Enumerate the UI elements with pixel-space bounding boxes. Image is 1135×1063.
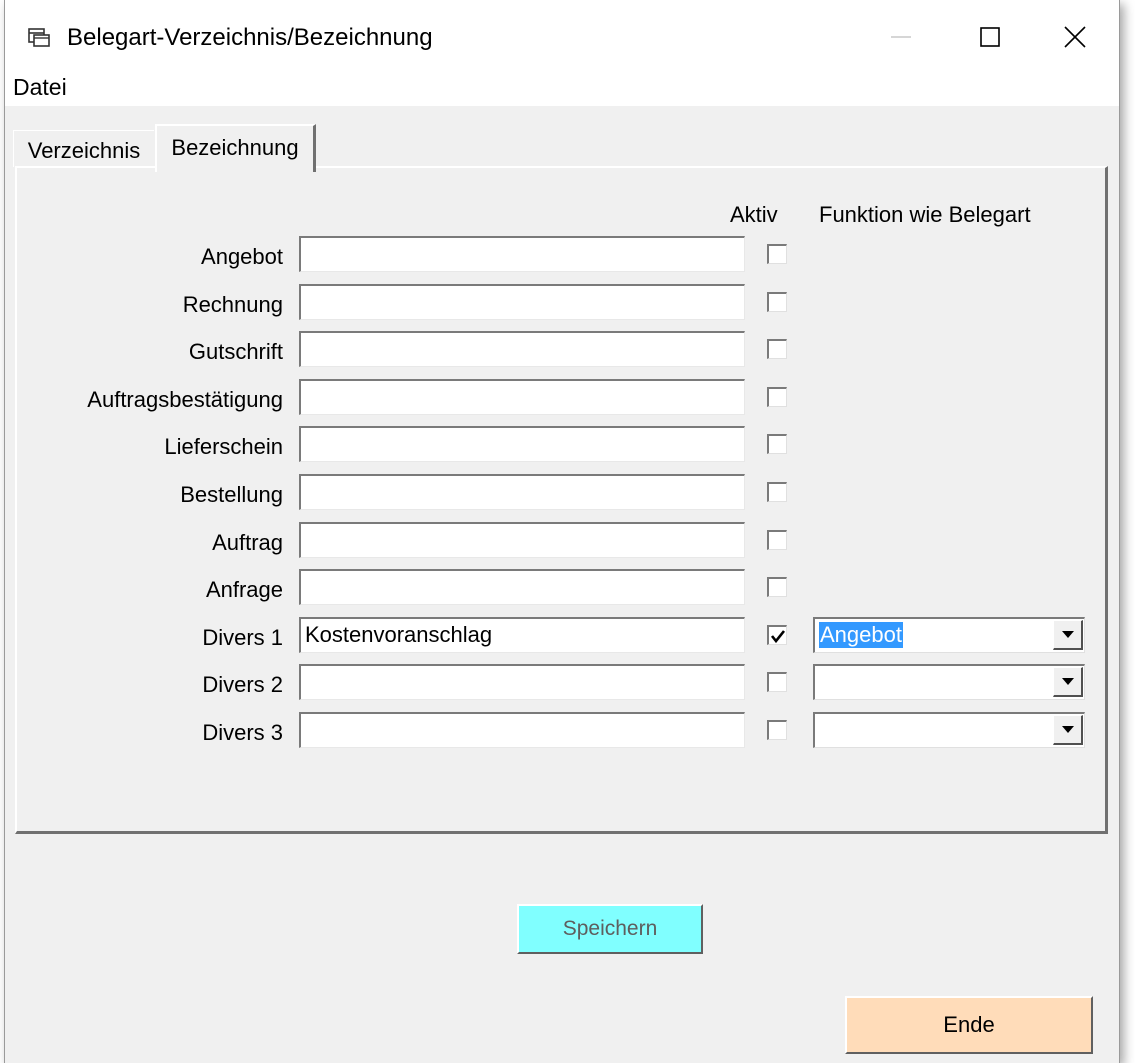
label-angebot: Angebot bbox=[201, 244, 283, 269]
column-header-aktiv: Aktiv bbox=[730, 202, 778, 227]
dropdown-button[interactable] bbox=[1053, 620, 1083, 650]
chevron-down-icon bbox=[1061, 677, 1074, 685]
aktiv-checkbox-divers-2[interactable] bbox=[767, 672, 787, 692]
column-header-funktion: Funktion wie Belegart bbox=[819, 202, 1031, 227]
window-title: Belegart-Verzeichnis/Bezeichnung bbox=[67, 24, 433, 51]
dropdown-button[interactable] bbox=[1053, 667, 1083, 697]
label-rechnung: Rechnung bbox=[182, 292, 283, 317]
tab-verzeichnis[interactable]: Verzeichnis bbox=[13, 130, 154, 167]
title-bar: Belegart-Verzeichnis/Bezeichnung bbox=[5, 0, 1119, 66]
chevron-down-icon bbox=[1061, 725, 1074, 733]
dropdown-button[interactable] bbox=[1053, 715, 1083, 745]
aktiv-checkbox-rechnung[interactable] bbox=[767, 292, 787, 312]
label-divers-3: Divers 3 bbox=[202, 720, 283, 745]
aktiv-checkbox-angebot[interactable] bbox=[767, 244, 787, 264]
bezeichnung-input-auftragsbest-tigung[interactable] bbox=[299, 379, 745, 415]
bezeichnung-input-rechnung[interactable] bbox=[299, 284, 745, 320]
aktiv-checkbox-auftragsbest-tigung[interactable] bbox=[767, 387, 787, 407]
funktion-select-divers-3[interactable] bbox=[813, 712, 1085, 748]
aktiv-checkbox-bestellung[interactable] bbox=[767, 482, 787, 502]
bezeichnung-input-lieferschein[interactable] bbox=[299, 426, 745, 462]
app-window: Belegart-Verzeichnis/Bezeichnung Datei V… bbox=[4, 0, 1120, 1063]
aktiv-checkbox-gutschrift[interactable] bbox=[767, 339, 787, 359]
maximize-icon bbox=[980, 27, 1000, 47]
close-button[interactable] bbox=[1045, 14, 1105, 60]
label-anfrage: Anfrage bbox=[205, 577, 283, 602]
aktiv-checkbox-divers-3[interactable] bbox=[767, 720, 787, 740]
funktion-select-divers-2[interactable] bbox=[813, 664, 1085, 700]
bezeichnung-input-angebot[interactable] bbox=[299, 236, 745, 272]
label-bestellung: Bestellung bbox=[180, 482, 283, 507]
aktiv-checkbox-anfrage[interactable] bbox=[767, 577, 787, 597]
bezeichnung-input-divers-1[interactable]: Kostenvoranschlag bbox=[299, 617, 745, 653]
bezeichnung-input-auftrag[interactable] bbox=[299, 522, 745, 558]
minimize-button[interactable] bbox=[871, 14, 931, 60]
aktiv-checkbox-auftrag[interactable] bbox=[767, 530, 787, 550]
save-button[interactable]: Speichern bbox=[517, 904, 703, 954]
bezeichnung-input-bestellung[interactable] bbox=[299, 474, 745, 510]
funktion-value: Angebot bbox=[819, 622, 903, 648]
form-window-icon bbox=[28, 26, 50, 48]
close-icon bbox=[1064, 26, 1086, 48]
checkmark-icon bbox=[770, 630, 786, 644]
bezeichnung-input-divers-2[interactable] bbox=[299, 664, 745, 700]
end-button[interactable]: Ende bbox=[845, 996, 1093, 1054]
maximize-button[interactable] bbox=[960, 14, 1020, 60]
label-auftrag: Auftrag bbox=[212, 530, 283, 555]
chevron-down-icon bbox=[1061, 630, 1074, 638]
bezeichnung-input-divers-3[interactable] bbox=[299, 712, 745, 748]
label-auftragsbest-tigung: Auftragsbestätigung bbox=[87, 387, 283, 412]
bezeichnung-input-gutschrift[interactable] bbox=[299, 331, 745, 367]
tab-bezeichnung[interactable]: Bezeichnung bbox=[155, 124, 316, 172]
menu-datei[interactable]: Datei bbox=[9, 74, 71, 101]
bezeichnung-input-anfrage[interactable] bbox=[299, 569, 745, 605]
aktiv-checkbox-divers-1[interactable] bbox=[767, 625, 787, 645]
label-gutschrift: Gutschrift bbox=[188, 339, 283, 364]
label-divers-2: Divers 2 bbox=[202, 672, 283, 697]
aktiv-checkbox-lieferschein[interactable] bbox=[767, 434, 787, 454]
label-lieferschein: Lieferschein bbox=[164, 434, 283, 459]
menu-bar: Datei bbox=[5, 66, 1119, 106]
funktion-select-divers-1[interactable]: Angebot bbox=[813, 617, 1085, 653]
minimize-icon bbox=[891, 36, 911, 38]
label-divers-1: Divers 1 bbox=[202, 625, 283, 650]
